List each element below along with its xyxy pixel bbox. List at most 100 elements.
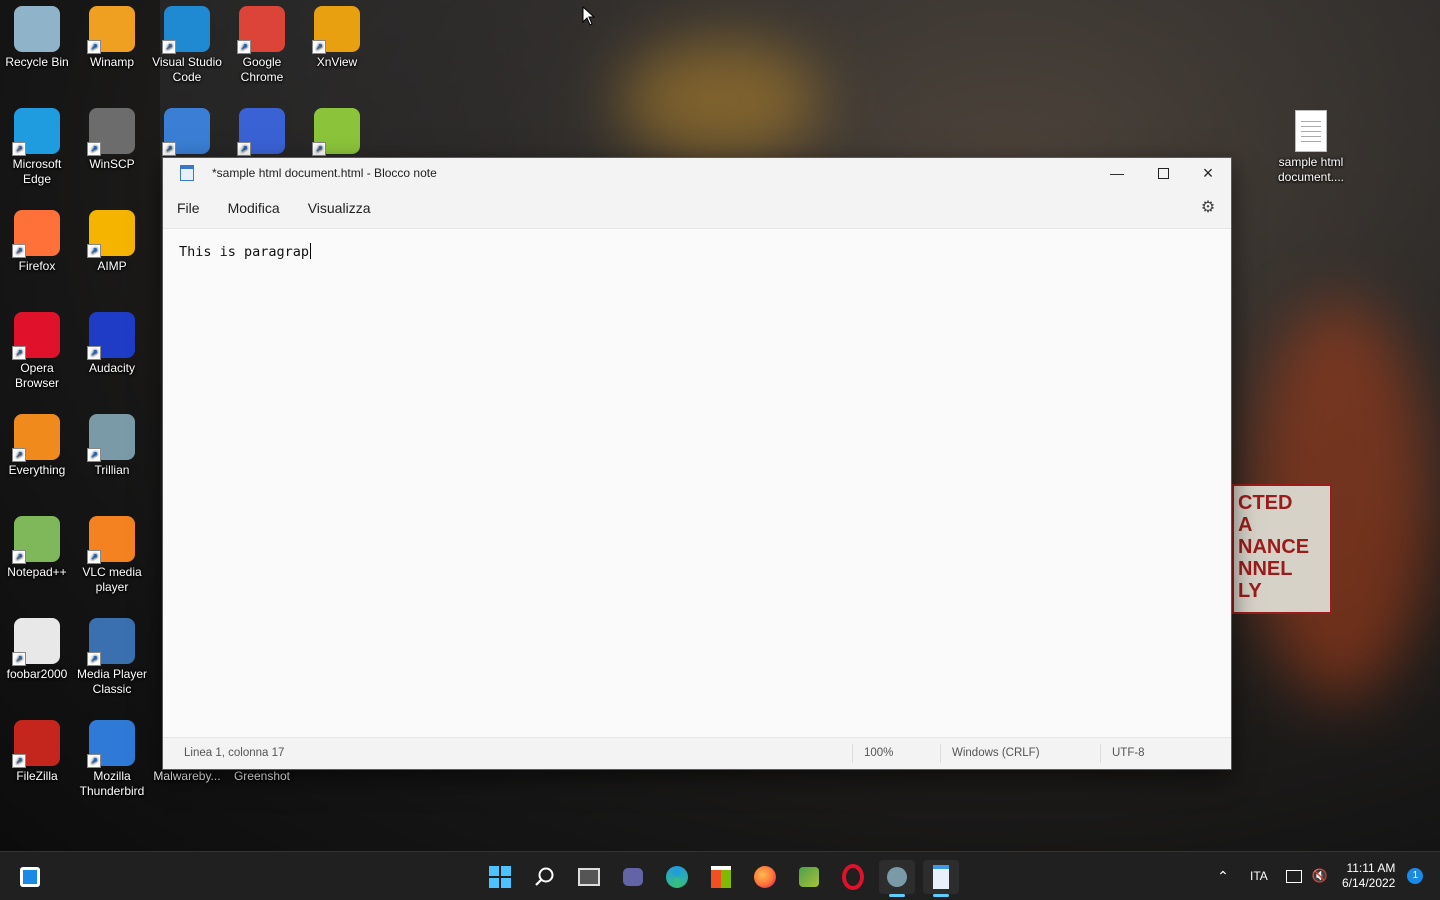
desktop-icon-microsoft-edge[interactable]: ↗ Microsoft Edge <box>0 102 74 187</box>
taskbar-opera[interactable] <box>835 860 871 894</box>
show-hidden-icons-chevron-up-icon[interactable]: ⌃ <box>1210 868 1236 885</box>
notepad-window: *sample html document.html - Blocco note… <box>162 157 1232 770</box>
desktop-icon-label: Visual Studio Code <box>152 55 222 84</box>
desktop-icon-peazip[interactable]: ↗ <box>300 102 374 157</box>
editor-content: This is paragrap <box>179 244 310 260</box>
desktop-icon-recycle-bin[interactable]: Recycle Bin <box>0 0 74 70</box>
shortcut-arrow-icon: ↗ <box>87 652 101 666</box>
desktop-icon-label: Winamp <box>89 55 134 69</box>
shortcut-arrow-icon: ↗ <box>12 244 26 258</box>
desktop-icon-audacity[interactable]: ↗ Audacity <box>75 306 149 376</box>
filezilla-icon: ↗ <box>12 720 60 768</box>
desktop-icon-trillian[interactable]: ↗ Trillian <box>75 408 149 478</box>
desktop-icon-label: Google Chrome <box>240 55 284 84</box>
desktop-file-label: sample html document.... <box>1277 155 1345 184</box>
status-bar: Linea 1, colonna 17 100% Windows (CRLF) … <box>163 737 1231 769</box>
document-file-icon <box>1295 110 1327 152</box>
title-bar[interactable]: *sample html document.html - Blocco note… <box>163 158 1231 188</box>
clock[interactable]: 11:11 AM 6/14/2022 <box>1342 861 1395 891</box>
vlc-icon: ↗ <box>87 516 135 564</box>
desktop-icon-notepad[interactable]: ↗ Notepad++ <box>0 510 74 580</box>
text-editor[interactable]: This is paragrap <box>163 229 1231 737</box>
store-icon <box>711 866 731 888</box>
status-encoding: UTF-8 <box>1112 747 1145 759</box>
desktop-icon-everything[interactable]: ↗ Everything <box>0 408 74 478</box>
input-language[interactable]: ITA <box>1250 869 1268 883</box>
editor-text[interactable]: This is paragrap <box>179 243 312 260</box>
shortcut-arrow-icon: ↗ <box>162 40 176 54</box>
settings-gear-icon[interactable]: ⚙ <box>1199 199 1217 217</box>
taskbar-store[interactable] <box>703 860 739 894</box>
desktop-icon-foobar2000[interactable]: ↗ foobar2000 <box>0 612 74 682</box>
teams-chat-icon <box>623 868 643 886</box>
shortcut-arrow-icon: ↗ <box>312 142 326 156</box>
greenshot-icon <box>799 867 819 887</box>
desktop-icon-network[interactable]: ↗ <box>225 102 299 157</box>
menu-modifica[interactable]: Modifica <box>214 200 294 216</box>
close-button[interactable]: × <box>1185 158 1231 188</box>
desktop-icon-label: Audacity <box>88 361 136 375</box>
chat-button[interactable] <box>615 860 651 894</box>
menu-file[interactable]: File <box>163 200 214 216</box>
desktop-icon-openoffice[interactable]: ↗ <box>150 102 224 157</box>
close-icon: × <box>1202 162 1214 183</box>
desktop-icon-filezilla[interactable]: ↗ FileZilla <box>0 714 74 784</box>
desktop-icon-aimp[interactable]: ↗ AIMP <box>75 204 149 274</box>
desktop-icon-visual-studio-code[interactable]: ↗ Visual Studio Code <box>150 0 224 85</box>
taskbar-trillian[interactable] <box>879 860 915 897</box>
desktop-icon-media-player-classic[interactable]: ↗ Media Player Classic <box>75 612 149 697</box>
system-tray: ⌃ ITA 🔇 11:11 AM 6/14/2022 1 <box>1210 852 1424 900</box>
edge-icon: ↗ <box>12 108 60 156</box>
taskbar-greenshot[interactable] <box>791 860 827 894</box>
maximize-button[interactable] <box>1140 158 1186 188</box>
network-icon[interactable] <box>1285 869 1302 883</box>
desktop-icon-google-chrome[interactable]: ↗ Google Chrome <box>225 0 299 85</box>
search-button[interactable] <box>527 860 563 894</box>
network-icon: ↗ <box>237 108 285 156</box>
desktop-icon-label: Notepad++ <box>7 565 67 579</box>
windows-logo-icon <box>489 866 511 888</box>
text-caret <box>310 243 312 259</box>
task-view-button[interactable] <box>571 860 607 894</box>
desktop-icon-label: Trillian <box>94 463 130 477</box>
menu-visualizza[interactable]: Visualizza <box>294 200 385 216</box>
vscode-icon: ↗ <box>162 6 210 54</box>
shortcut-arrow-icon: ↗ <box>12 550 26 564</box>
desktop-icon-label: VLC media player <box>82 565 142 594</box>
volume-muted-icon[interactable]: 🔇 <box>1312 868 1328 884</box>
desktop-icon-opera-browser[interactable]: ↗ Opera Browser <box>0 306 74 391</box>
status-cursor-position: Linea 1, colonna 17 <box>184 747 285 759</box>
desktop-icon-xnview[interactable]: ↗ XnView <box>300 0 374 70</box>
desktop-icon-winamp[interactable]: ↗ Winamp <box>75 0 149 70</box>
desktop-icon-firefox[interactable]: ↗ Firefox <box>0 204 74 274</box>
task-view-icon <box>578 868 600 886</box>
wallpaper-sign: CTED A NANCE NNEL LY <box>1232 484 1332 614</box>
desktop-icon-winscp[interactable]: ↗ WinSCP <box>75 102 149 172</box>
shortcut-arrow-icon: ↗ <box>12 448 26 462</box>
thunderbird-icon: ↗ <box>87 720 135 768</box>
shortcut-arrow-icon: ↗ <box>12 142 26 156</box>
notification-badge[interactable]: 1 <box>1407 868 1424 884</box>
desktop-icon-label: FileZilla <box>16 769 58 783</box>
desktop-icon-label: Opera Browser <box>14 361 59 390</box>
shortcut-arrow-icon: ↗ <box>237 40 251 54</box>
desktop-file-sample-html[interactable]: sample html document.... <box>1274 104 1348 185</box>
widgets-button[interactable] <box>12 860 48 894</box>
desktop-icon-label: WinSCP <box>89 157 135 171</box>
desktop-icon-label: Firefox <box>18 259 56 273</box>
firefox-icon <box>754 866 776 888</box>
status-separator <box>1100 744 1101 763</box>
shortcut-arrow-icon: ↗ <box>237 142 251 156</box>
desktop-icon-vlc-media-player[interactable]: ↗ VLC media player <box>75 510 149 595</box>
winamp-icon: ↗ <box>87 6 135 54</box>
taskbar-notepad[interactable] <box>923 860 959 897</box>
taskbar-firefox[interactable] <box>747 860 783 894</box>
taskbar: ⌃ ITA 🔇 11:11 AM 6/14/2022 1 <box>0 851 1440 900</box>
desktop-icon-mozilla-thunderbird[interactable]: ↗ Mozilla Thunderbird <box>75 714 149 799</box>
wallpaper-glow-2 <box>620 40 820 160</box>
taskbar-edge[interactable] <box>659 860 695 894</box>
start-button[interactable] <box>482 860 518 894</box>
desktop-icon-label: Media Player Classic <box>76 667 148 696</box>
desktop-icon-label: XnView <box>316 55 358 69</box>
minimize-button[interactable]: — <box>1094 158 1140 188</box>
